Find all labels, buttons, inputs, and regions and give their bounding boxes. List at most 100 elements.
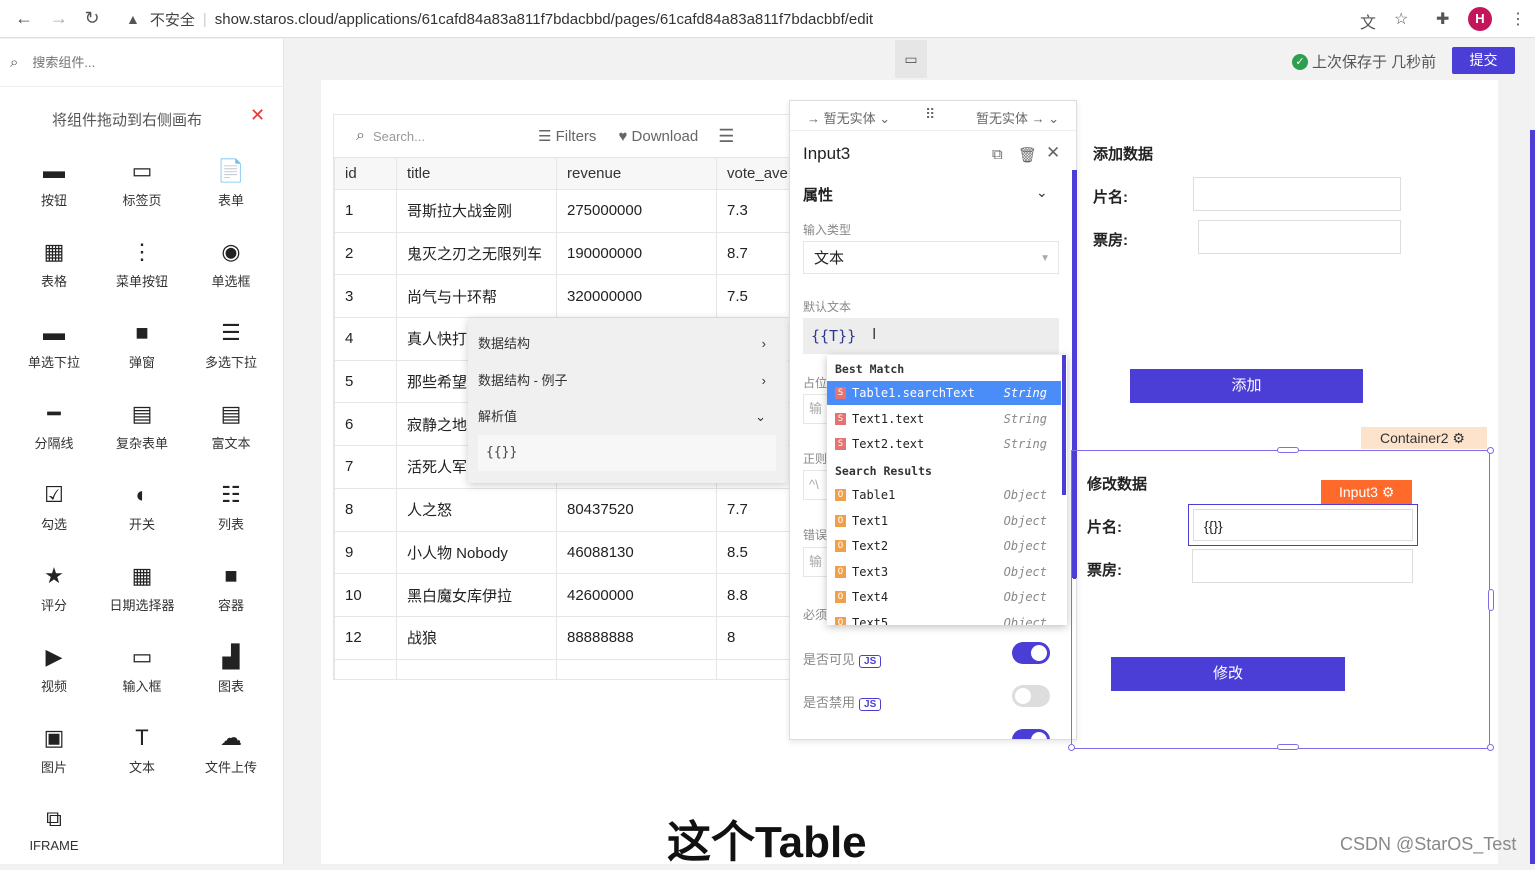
grid-icon[interactable]: ⠿ xyxy=(925,106,935,123)
container-selection[interactable] xyxy=(1068,447,1494,751)
component-complex-form[interactable]: ▤ 复杂表单 xyxy=(97,399,187,452)
extensions-icon[interactable]: ✚ xyxy=(1436,9,1449,29)
autocomplete-item[interactable]: O Text1 Object xyxy=(827,509,1061,533)
component-form[interactable]: 📄 表单 xyxy=(186,156,276,209)
component-modal[interactable]: ■ 弹窗 xyxy=(97,318,187,371)
menu-item-data-structure[interactable]: 数据结构 › xyxy=(478,326,778,362)
component-chart[interactable]: ▟ 图表 xyxy=(186,642,276,695)
resize-handle[interactable] xyxy=(1487,447,1494,454)
delete-icon[interactable]: 🗑 xyxy=(1018,146,1037,164)
menu-item-data-structure-example[interactable]: 数据结构 - 例子 › xyxy=(478,363,778,399)
close-icon[interactable]: ✕ xyxy=(1046,143,1060,163)
autocomplete-item[interactable]: S Table1.searchText String xyxy=(827,381,1061,405)
component-tabs[interactable]: ▭ 标签页 xyxy=(97,156,187,209)
address-bar[interactable]: ▲ 不安全 | show.staros.cloud/applications/6… xyxy=(114,5,1424,33)
resize-handle[interactable] xyxy=(1277,447,1299,453)
input-type-select[interactable]: 文本 ▼ xyxy=(803,241,1059,274)
copy-icon[interactable]: ⧉ xyxy=(992,146,1003,163)
autocomplete-item[interactable]: O Text4 Object xyxy=(827,585,1061,609)
autocomplete-item[interactable]: O Text3 Object xyxy=(827,560,1061,584)
visible-toggle[interactable] xyxy=(1012,642,1050,664)
component-menu-button[interactable]: ⋮ 菜单按钮 xyxy=(97,237,187,290)
table-row[interactable]: 9 小人物 Nobody 46088130 8.5 xyxy=(334,530,792,575)
column-header[interactable]: id xyxy=(334,157,397,190)
autocomplete-item[interactable]: S Text2.text String xyxy=(827,432,1061,456)
section-title[interactable]: 属性 xyxy=(803,184,833,205)
autocomplete-item[interactable]: S Text1.text String xyxy=(827,407,1061,431)
table-row[interactable]: 1 哥斯拉大战金刚 275000000 7.3 xyxy=(334,189,792,233)
download-button[interactable]: ♥ Download xyxy=(618,128,698,145)
resize-handle[interactable] xyxy=(1068,744,1075,751)
desktop-preview-icon[interactable]: ▭ xyxy=(895,40,927,78)
entity-right[interactable]: 暂无实体 → ⌄ xyxy=(976,108,1059,127)
gear-icon[interactable]: ⚙ xyxy=(1452,430,1465,446)
gear-icon[interactable]: ⚙ xyxy=(1382,484,1395,500)
component-text[interactable]: T 文本 xyxy=(97,723,187,776)
autocomplete-item[interactable]: O Text2 Object xyxy=(827,534,1061,558)
component-upload[interactable]: ☁ 文件上传 xyxy=(186,723,276,776)
component-radio[interactable]: ◉ 单选框 xyxy=(186,237,276,290)
component-iframe[interactable]: ⧉ IFRAME xyxy=(9,804,99,853)
close-icon[interactable]: ✕ xyxy=(250,105,265,126)
table-search-input[interactable]: Search... xyxy=(373,129,493,144)
column-header[interactable]: title xyxy=(396,157,557,190)
table-row[interactable]: 8 人之怒 80437520 7.7 xyxy=(334,487,792,532)
filters-button[interactable]: ☰ Filters xyxy=(538,127,596,145)
disabled-toggle[interactable] xyxy=(1012,685,1050,707)
row-height-icon[interactable]: ☰ xyxy=(718,126,734,147)
column-header[interactable]: vote_ave xyxy=(716,157,792,190)
component-name[interactable]: Input3 xyxy=(803,144,850,164)
resize-handle[interactable] xyxy=(1487,744,1494,751)
component-richtext[interactable]: ▤ 富文本 xyxy=(186,399,276,452)
table-row[interactable]: 12 战狼 88888888 8 xyxy=(334,615,792,660)
js-toggle[interactable]: JS xyxy=(859,655,882,668)
extra-toggle[interactable] xyxy=(1012,729,1050,739)
component-submit-button[interactable]: ▬ 按钮 xyxy=(9,156,99,209)
default-text-input[interactable]: {{T}} xyxy=(803,318,1059,354)
component-table[interactable]: ▦ 表格 xyxy=(9,237,99,290)
component-divider[interactable]: ━ 分隔线 xyxy=(9,399,99,452)
component-video[interactable]: ▶ 视频 xyxy=(9,642,99,695)
table-row[interactable]: 10 黑白魔女库伊拉 42600000 8.8 xyxy=(334,573,792,617)
edit-name-input[interactable]: {{}} xyxy=(1193,509,1413,541)
container-tag[interactable]: Container2 ⚙ xyxy=(1361,427,1487,449)
component-checkbox[interactable]: ☑ 勾选 xyxy=(9,480,99,533)
edit-button[interactable]: 修改 xyxy=(1111,657,1345,691)
component-image[interactable]: ▣ 图片 xyxy=(9,723,99,776)
component-input[interactable]: ▭ 输入框 xyxy=(97,642,187,695)
component-select[interactable]: ▬ 单选下拉 xyxy=(9,318,99,371)
menu-item-parsed-value[interactable]: 解析值 ⌄ xyxy=(478,399,778,435)
component-switch[interactable]: ◐ 开关 xyxy=(97,480,187,533)
table-row[interactable]: 2 鬼灭之刃之无限列车 190000000 8.7 xyxy=(334,231,792,276)
canvas-scrollbar[interactable] xyxy=(1530,130,1535,864)
back-icon[interactable]: ← xyxy=(12,8,36,29)
component-rating[interactable]: ★ 评分 xyxy=(9,561,99,614)
component-search-input[interactable] xyxy=(32,55,233,70)
js-toggle[interactable]: JS xyxy=(859,698,882,711)
submit-button[interactable]: 提交 xyxy=(1452,47,1515,74)
add-button[interactable]: 添加 xyxy=(1130,369,1363,403)
add-revenue-input[interactable] xyxy=(1198,220,1401,254)
input-tag[interactable]: Input3 ⚙ xyxy=(1321,480,1412,504)
table-row[interactable]: 3 尚气与十环帮 320000000 7.5 xyxy=(334,274,792,319)
resize-handle[interactable] xyxy=(1488,589,1494,611)
browser-menu-icon[interactable]: ⋮ xyxy=(1510,9,1526,29)
chevron-down-icon[interactable]: ⌄ xyxy=(1036,184,1048,201)
autocomplete-item[interactable]: O Text5 Object xyxy=(827,611,1061,625)
autocomplete-scrollbar[interactable] xyxy=(1062,355,1066,495)
resize-handle[interactable] xyxy=(1277,744,1299,750)
component-list[interactable]: ☷ 列表 xyxy=(186,480,276,533)
translate-icon[interactable]: 文 xyxy=(1360,9,1376,33)
avatar[interactable]: H xyxy=(1468,7,1492,31)
reload-icon[interactable]: ↻ xyxy=(80,8,104,29)
component-datepicker[interactable]: ▦ 日期选择器 xyxy=(97,561,187,614)
bookmark-star-icon[interactable]: ☆ xyxy=(1394,9,1408,29)
edit-revenue-input[interactable] xyxy=(1192,549,1413,583)
autocomplete-item[interactable]: O Table1 Object xyxy=(827,483,1061,507)
entity-left[interactable]: → 暂无实体 ⌄ xyxy=(807,108,890,127)
add-name-input[interactable] xyxy=(1193,177,1401,211)
component-multiselect[interactable]: ☰ 多选下拉 xyxy=(186,318,276,371)
forward-icon[interactable]: → xyxy=(47,8,71,29)
column-header[interactable]: revenue xyxy=(556,157,717,190)
url-text[interactable]: show.staros.cloud/applications/61cafd84a… xyxy=(215,11,873,28)
